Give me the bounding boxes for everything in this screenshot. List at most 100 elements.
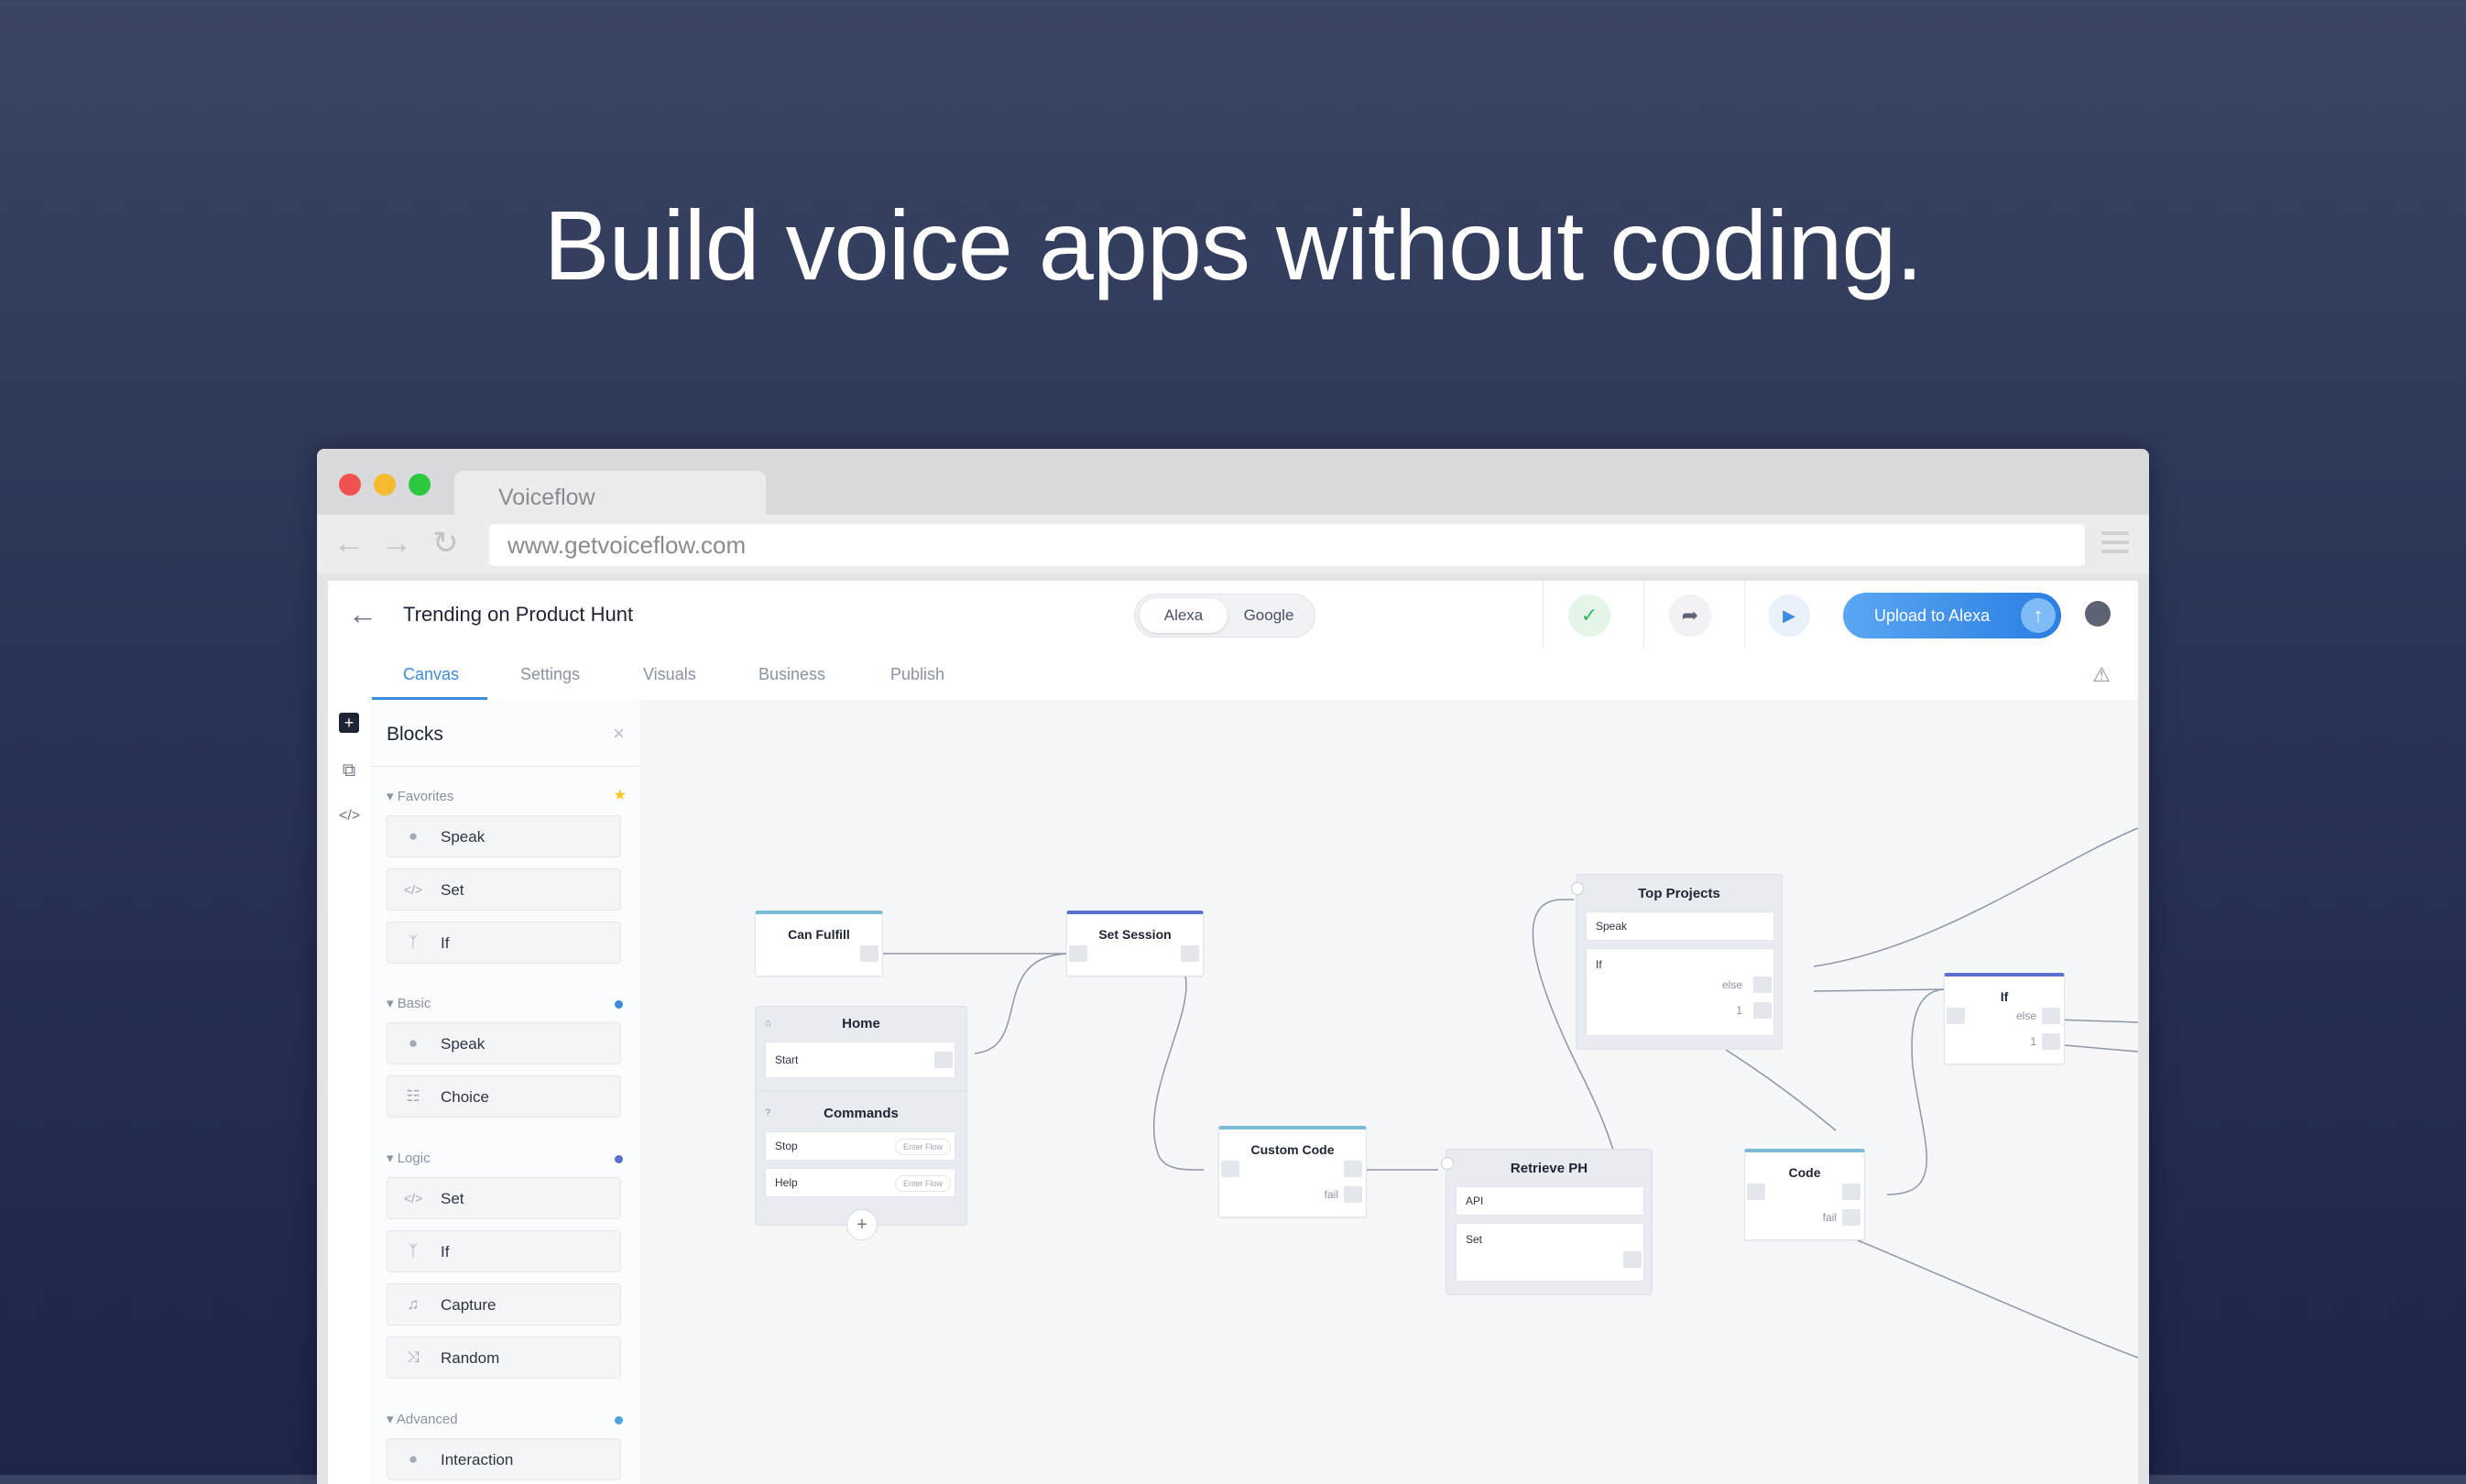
commands-title: Commands: [824, 1106, 899, 1121]
else-port[interactable]: [1753, 977, 1772, 993]
upload-button[interactable]: Upload to Alexa ↑: [1843, 593, 2061, 638]
layers-icon[interactable]: ⧉: [339, 760, 359, 780]
add-command-icon[interactable]: +: [846, 1209, 878, 1240]
node-retrieve-ph[interactable]: Retrieve PH API Set: [1441, 1149, 1653, 1295]
fail-label: fail: [1822, 1211, 1837, 1224]
section-advanced[interactable]: ▾ Advanced: [387, 1411, 458, 1427]
command-help[interactable]: Help Enter Flow: [765, 1168, 955, 1197]
reload-icon[interactable]: ↻: [432, 528, 459, 559]
block-logic-random[interactable]: ⤨ Random: [387, 1337, 621, 1379]
blocks-panel-title: Blocks: [387, 724, 443, 745]
play-icon[interactable]: ▶: [1768, 595, 1810, 637]
section-basic[interactable]: ▾ Basic: [387, 995, 431, 1011]
command-stop[interactable]: Stop Enter Flow: [765, 1131, 955, 1161]
block-favorites-set[interactable]: </> Set: [387, 868, 621, 911]
basic-dot-icon: [615, 1000, 623, 1009]
else-port[interactable]: [2042, 1008, 2060, 1024]
maximize-window-button[interactable]: [409, 474, 431, 496]
close-window-button[interactable]: [339, 474, 361, 496]
block-basic-speak[interactable]: ● Speak: [387, 1022, 621, 1064]
section-logic[interactable]: ▾ Logic: [387, 1150, 431, 1166]
node-can-fulfill[interactable]: Can Fulfill: [755, 911, 883, 977]
tab-publish[interactable]: Publish: [890, 665, 944, 684]
node-if[interactable]: If else 1: [1944, 973, 2065, 1064]
tab-canvas[interactable]: Canvas: [403, 665, 459, 684]
block-favorites-if[interactable]: ᛉ If: [387, 922, 621, 964]
node-code[interactable]: Code fail: [1744, 1149, 1865, 1240]
block-logic-set[interactable]: </> Set: [387, 1177, 621, 1219]
link-home-setsession: [974, 953, 1069, 1054]
node-set-session[interactable]: Set Session: [1066, 911, 1204, 977]
code-icon[interactable]: </>: [339, 808, 360, 828]
block-label: Choice: [441, 1088, 489, 1106]
advanced-dot-icon: [615, 1416, 623, 1424]
node-top-projects[interactable]: Top Projects Speak If else 1: [1571, 874, 1783, 1050]
block-logic-if[interactable]: ᛉ If: [387, 1230, 621, 1272]
voiceflow-app: ← Trending on Product Hunt Alexa Google …: [328, 581, 2138, 1484]
output-port[interactable]: [934, 1052, 953, 1068]
speech-bubble-icon: ●: [408, 827, 419, 845]
command-label: Stop: [775, 1140, 798, 1152]
share-icon[interactable]: ➦: [1669, 595, 1711, 637]
tab-visuals[interactable]: Visuals: [643, 665, 696, 684]
node-title: Code: [1788, 1165, 1821, 1180]
input-port[interactable]: [1069, 945, 1087, 962]
link-if-right-2: [2053, 1043, 2138, 1053]
divider: [1543, 581, 1544, 649]
node-home[interactable]: ⌂ Home Start ? Commands Stop Enter Flow …: [755, 1006, 967, 1226]
person-icon: ●: [408, 1450, 419, 1468]
command-label: Help: [775, 1176, 798, 1189]
hamburger-menu-icon[interactable]: [2101, 531, 2129, 555]
minimize-window-button[interactable]: [374, 474, 396, 496]
input-port[interactable]: [1947, 1008, 1965, 1024]
tab-settings[interactable]: Settings: [520, 665, 580, 684]
retrieve-set-step[interactable]: Set: [1456, 1223, 1644, 1282]
input-port[interactable]: [1221, 1161, 1239, 1177]
fail-port[interactable]: [1842, 1209, 1860, 1226]
enter-flow-pill[interactable]: Enter Flow: [894, 1175, 951, 1192]
section-favorites[interactable]: ▾ Favorites: [387, 788, 453, 804]
check-icon[interactable]: ✓: [1568, 595, 1610, 637]
block-logic-capture[interactable]: ♫ Capture: [387, 1283, 621, 1326]
link-topprojects-right: [1813, 827, 2138, 967]
node-title: If: [2000, 989, 2009, 1004]
retrieve-api-step[interactable]: API: [1456, 1186, 1644, 1216]
top-projects-if-step[interactable]: If else 1: [1586, 948, 1774, 1036]
close-icon[interactable]: ×: [613, 722, 625, 746]
flow-canvas[interactable]: Can Fulfill Set Session ⌂ Home Start ? C…: [639, 700, 2138, 1484]
enter-flow-pill[interactable]: Enter Flow: [894, 1139, 951, 1155]
platform-alexa[interactable]: Alexa: [1140, 598, 1228, 633]
forward-arrow-icon[interactable]: →: [381, 528, 412, 559]
input-port[interactable]: [1747, 1184, 1765, 1200]
user-avatar-icon[interactable]: [2085, 601, 2111, 627]
block-favorites-speak[interactable]: ● Speak: [387, 815, 621, 857]
block-basic-choice[interactable]: ☷ Choice: [387, 1075, 621, 1118]
platform-google[interactable]: Google: [1227, 598, 1311, 633]
step-label: If: [1596, 958, 1602, 971]
link-code-if: [1886, 988, 1947, 1195]
fail-port[interactable]: [1344, 1186, 1362, 1203]
output-port[interactable]: [1344, 1161, 1362, 1177]
home-start-step[interactable]: Start: [765, 1042, 955, 1078]
step-label: Start: [775, 1053, 799, 1066]
url-bar[interactable]: www.getvoiceflow.com: [489, 524, 2085, 566]
output-port[interactable]: [1181, 945, 1199, 962]
output-port[interactable]: [1842, 1184, 1860, 1200]
warning-icon[interactable]: ⚠: [2092, 663, 2111, 687]
upload-arrow-icon: ↑: [2021, 598, 2056, 633]
node-title: Custom Code: [1250, 1142, 1335, 1157]
add-block-icon[interactable]: +: [339, 713, 359, 733]
browser-tab[interactable]: Voiceflow: [454, 471, 766, 517]
branch-icon: ᛉ: [408, 1242, 419, 1260]
top-projects-speak-step[interactable]: Speak: [1586, 911, 1774, 941]
block-advanced-interaction[interactable]: ● Interaction: [387, 1438, 621, 1480]
output-port[interactable]: [860, 945, 878, 962]
back-arrow-icon[interactable]: ←: [348, 597, 377, 631]
tab-business[interactable]: Business: [758, 665, 825, 684]
section-logic-label: Logic: [397, 1151, 431, 1166]
node-custom-code[interactable]: Custom Code fail: [1218, 1126, 1367, 1217]
output-port[interactable]: [1623, 1251, 1642, 1268]
back-arrow-icon[interactable]: ←: [333, 528, 365, 559]
branch-port[interactable]: [2042, 1033, 2060, 1050]
branch-port[interactable]: [1753, 1002, 1772, 1019]
